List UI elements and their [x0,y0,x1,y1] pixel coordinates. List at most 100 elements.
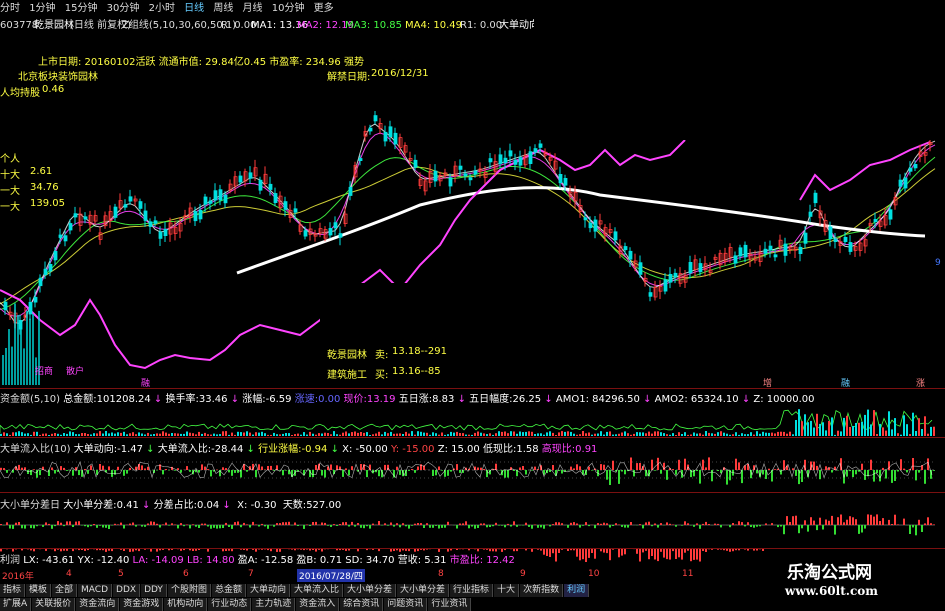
tab-quanbu[interactable]: 全部 [52,584,77,597]
ind1-bar [741,433,743,436]
tab-fut[interactable]: 个股附图 [168,584,211,597]
ind3-bar [417,523,419,525]
tab2-jgdx[interactable]: 机构动向 [164,598,207,611]
candle-body [349,187,352,195]
tab-ddy[interactable]: DDY [141,584,167,597]
tab2-hydt[interactable]: 行业动态 [208,598,251,611]
ind3-bar [9,525,11,529]
ind3-bar [102,525,104,528]
ind2-bar [165,469,167,470]
ind3-bar [696,523,698,525]
tab-lirun[interactable]: 利润 [564,584,589,597]
ind1-bar [345,432,347,437]
tab2-zhzx[interactable]: 综合资讯 [340,598,383,611]
tab-hyzb[interactable]: 行业指标 [450,584,493,597]
ind2-bar [123,470,125,476]
ind1-bar [705,431,707,436]
tab-shida[interactable]: 十大 [494,584,519,597]
ind1-wrfd: 26.25 [513,394,542,405]
ind3-bar [222,525,224,528]
ind3-bar [582,525,584,526]
candle-body [534,149,537,153]
ind2-d-label: 低现比: [483,444,516,455]
ind3-bar [96,525,98,528]
tab-zhibiao[interactable]: 指标 [0,584,25,597]
ind3-bar [159,525,161,528]
ind1-bar [468,435,470,436]
ind1-bar [702,435,704,436]
tab-cxzs[interactable]: 次新指数 [520,584,563,597]
ind2-bar [234,470,236,473]
ind3-bar [369,525,371,529]
ind1-bar [849,427,851,436]
ind1-bar [660,432,662,436]
ind1-bar [912,413,914,436]
candle-body [434,171,437,181]
ind2-bar [435,470,437,475]
tab-ddlrb[interactable]: 大单流入比 [291,584,343,597]
ind1-bar [309,432,311,436]
tab2-glbj[interactable]: 关联报价 [32,598,75,611]
ind1-bar [285,433,287,436]
ind2-bar [816,466,818,470]
ind1-bar [174,433,176,436]
ind3-bar [492,525,494,526]
ind1-bar [459,433,461,436]
ind1-bar [576,435,578,436]
ind1-bar [876,434,878,436]
ind1-bar [756,431,758,436]
ind1-bar [330,434,332,436]
ind2-bar [633,470,635,476]
tab-macd[interactable]: MACD [78,584,112,597]
ind3-bar [813,521,815,525]
ind2-bar [531,470,533,471]
tab2-hyzx[interactable]: 行业资讯 [428,598,471,611]
tab2-zjlx[interactable]: 资金流向 [76,598,119,611]
ind3-bar [597,523,599,525]
ind1-bar [627,433,629,436]
ind2-bar [351,466,353,470]
ind2-bar [411,469,413,470]
tab-dxdfc[interactable]: 大小单分差 [344,584,396,597]
tab-zje[interactable]: 总金额 [212,584,246,597]
tab-moban[interactable]: 模板 [26,584,51,597]
ind1-bar [435,433,437,436]
ind1-bar [189,433,191,436]
ind2-bar [831,470,833,473]
ind1-bar [663,433,665,436]
candle-body [44,269,47,275]
ind2-bar [117,467,119,470]
ind2-bar [207,469,209,470]
ind3-bar [705,522,707,525]
ind1-bar [750,432,752,436]
ind3-bar [378,521,380,525]
tab2-zjyx[interactable]: 资金游戏 [120,598,163,611]
ind2-bar [717,470,719,471]
ind3-x: X: -0.30 [237,500,276,511]
ind1-bar [483,433,485,436]
candle-body [674,273,677,277]
tab-dxdfc2[interactable]: 大小单分差 [397,584,449,597]
ind3-bar [756,525,758,527]
ind1-bar [447,434,449,436]
ind3-bar [624,525,626,528]
tab-dddx[interactable]: 大单动向 [247,584,290,597]
tab2-zjlr[interactable]: 资金流入 [296,598,339,611]
ind1-bar [828,421,830,436]
candle-body [784,244,787,255]
tab2-zlgj[interactable]: 主力轨迹 [252,598,295,611]
tab2-wtzx[interactable]: 问题资讯 [384,598,427,611]
ind1-bar [264,433,266,436]
ind3-bar [798,525,800,533]
ind2-bar [366,470,368,477]
ind3-bar [915,525,917,535]
ind3-bar [57,521,59,525]
ind1-bar [396,434,398,436]
ind1-bar [405,432,407,436]
candle-body [154,221,157,224]
tab2-kuozhan[interactable]: 扩展A [0,598,31,611]
ind3-bar [924,523,926,525]
ind1-bar [579,434,581,436]
ind1-bar [528,431,530,436]
tab-ddx[interactable]: DDX [113,584,140,597]
